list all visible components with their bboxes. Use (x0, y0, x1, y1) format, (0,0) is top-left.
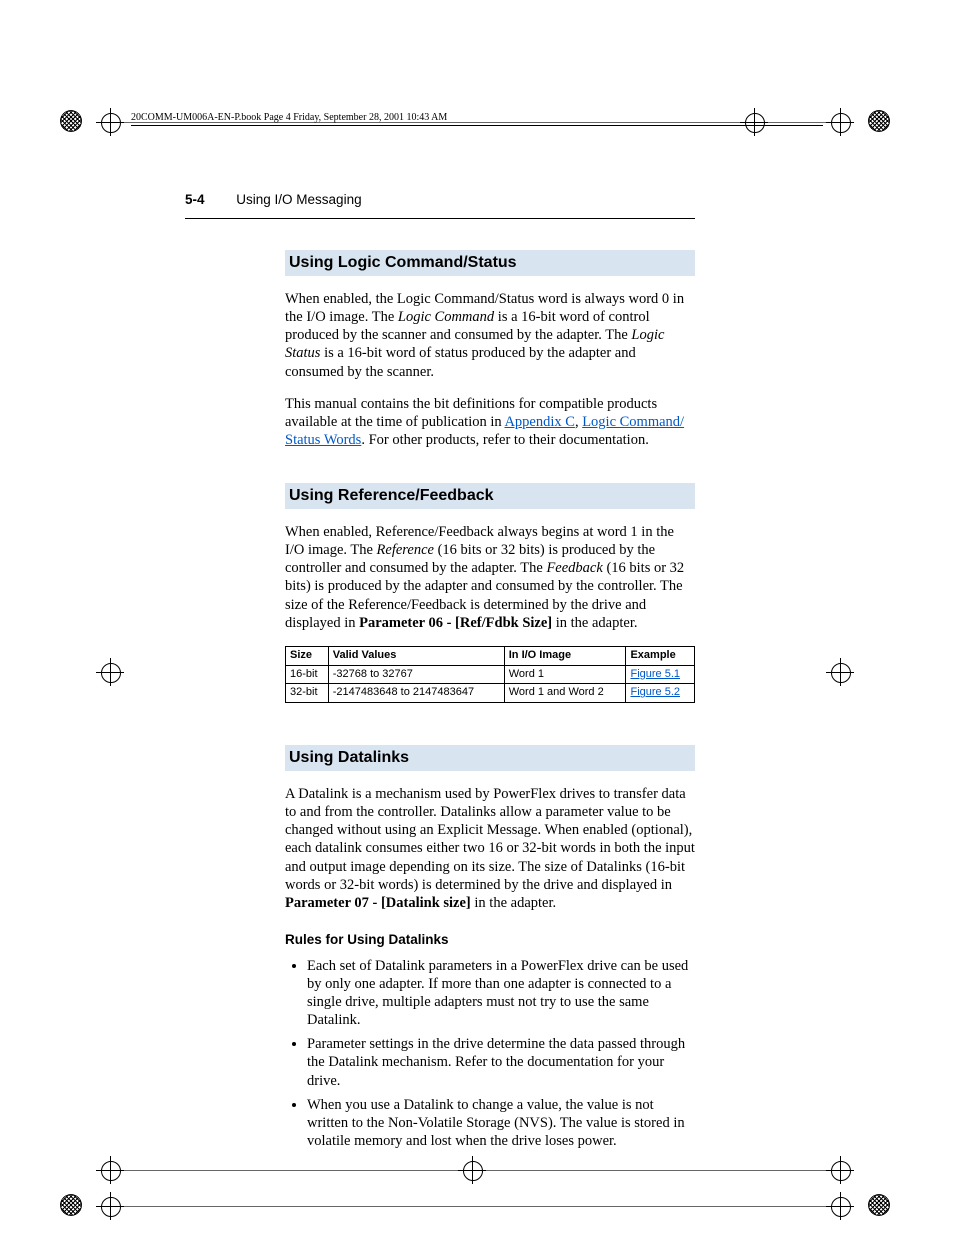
reg-cross-icon (460, 1158, 484, 1182)
reg-cross-icon (828, 1158, 852, 1182)
book-header-rule (131, 125, 823, 126)
list-item: When you use a Datalink to change a valu… (307, 1096, 695, 1150)
running-title: Using I/O Messaging (236, 192, 361, 207)
ref-feedback-table: Size Valid Values In I/O Image Example 1… (285, 646, 695, 703)
link-figure-5-2[interactable]: Figure 5.2 (630, 686, 680, 698)
reg-cross-icon (828, 110, 852, 134)
reg-cross-icon (98, 1194, 122, 1218)
reg-hatch-icon (60, 1194, 82, 1216)
th-example: Example (626, 646, 695, 665)
logic-para-2: This manual contains the bit definitions… (285, 395, 695, 449)
reg-hatch-icon (60, 110, 82, 132)
ref-para-1: When enabled, Reference/Feedback always … (285, 523, 695, 632)
datalinks-para-1: A Datalink is a mechanism used by PowerF… (285, 785, 695, 912)
th-in-io-image: In I/O Image (504, 646, 626, 665)
th-size: Size (286, 646, 329, 665)
list-item: Parameter settings in the drive determin… (307, 1035, 695, 1089)
page-number: 5-4 (185, 192, 205, 207)
book-header: 20COMM-UM006A-EN-P.book Page 4 Friday, S… (131, 112, 823, 126)
table-row: 16-bit -32768 to 32767 Word 1 Figure 5.1 (286, 665, 695, 684)
reg-hatch-icon (868, 1194, 890, 1216)
reg-cross-icon (98, 1158, 122, 1182)
link-appendix-c[interactable]: Appendix C (504, 414, 574, 430)
reg-line (124, 1170, 458, 1171)
link-figure-5-1[interactable]: Figure 5.1 (630, 668, 680, 680)
page: 20COMM-UM006A-EN-P.book Page 4 Friday, S… (0, 0, 954, 1235)
reg-cross-icon (828, 660, 852, 684)
th-valid-values: Valid Values (328, 646, 504, 665)
reg-cross-icon (98, 660, 122, 684)
page-header-rule (185, 218, 695, 219)
heading-logic-command-status: Using Logic Command/Status (285, 250, 695, 276)
reg-hatch-icon (868, 110, 890, 132)
content: Using Logic Command/Status When enabled,… (285, 250, 695, 1156)
reg-cross-icon (828, 1194, 852, 1218)
table-row: 32-bit -2147483648 to 2147483647 Word 1 … (286, 684, 695, 703)
logic-para-1: When enabled, the Logic Command/Status w… (285, 290, 695, 381)
reg-line (124, 1206, 826, 1207)
subheading-rules-datalinks: Rules for Using Datalinks (285, 932, 695, 949)
book-header-text: 20COMM-UM006A-EN-P.book Page 4 Friday, S… (131, 112, 447, 123)
heading-reference-feedback: Using Reference/Feedback (285, 483, 695, 509)
list-item: Each set of Datalink parameters in a Pow… (307, 957, 695, 1030)
page-header: 5-4 Using I/O Messaging (185, 192, 694, 207)
heading-using-datalinks: Using Datalinks (285, 745, 695, 771)
table-header-row: Size Valid Values In I/O Image Example (286, 646, 695, 665)
reg-cross-icon (98, 110, 122, 134)
reg-line (486, 1170, 826, 1171)
datalinks-rules-list: Each set of Datalink parameters in a Pow… (285, 957, 695, 1150)
